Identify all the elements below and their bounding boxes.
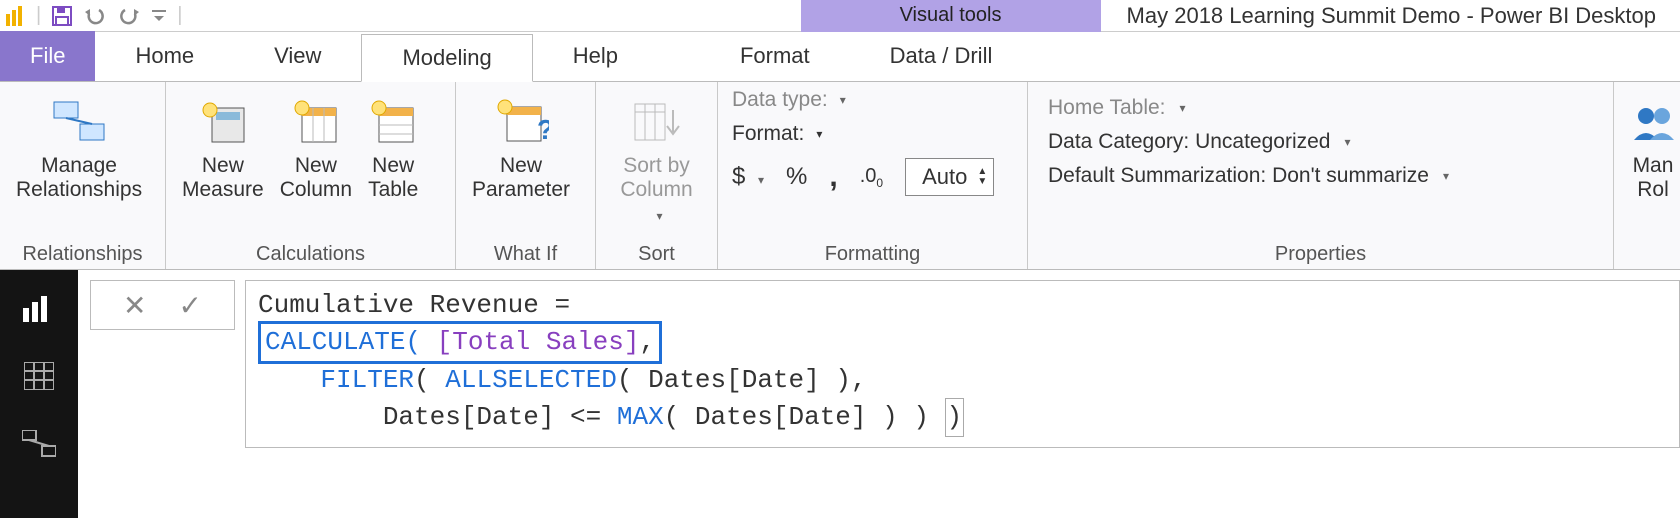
canvas-column: ✕ ✓ Cumulative Revenue = CALCULATE( [Tot… — [78, 270, 1680, 518]
undo-icon[interactable] — [83, 0, 107, 32]
new-parameter-icon: ? — [493, 94, 549, 150]
tab-view[interactable]: View — [234, 31, 361, 81]
new-measure-button[interactable]: New Measure — [174, 88, 272, 202]
formula-cursor: ) — [945, 398, 965, 436]
group-calculations: New Measure New Column New Table Calcula… — [166, 82, 456, 269]
cancel-formula-button[interactable]: ✕ — [123, 289, 146, 322]
formula-controls: ✕ ✓ — [90, 280, 235, 330]
qat-customize-icon[interactable] — [151, 0, 167, 32]
save-icon[interactable] — [51, 0, 73, 32]
tab-data-drill[interactable]: Data / Drill — [850, 31, 1033, 81]
tab-file[interactable]: File — [0, 31, 95, 81]
group-relationships: Manage Relationships Relationships — [0, 82, 166, 269]
tab-help[interactable]: Help — [533, 31, 658, 81]
work-area: ✕ ✓ Cumulative Revenue = CALCULATE( [Tot… — [0, 270, 1680, 518]
group-label-security — [1614, 239, 1680, 269]
ribbon: Manage Relationships Relationships New M… — [0, 82, 1680, 270]
formula-bar[interactable]: Cumulative Revenue = CALCULATE( [Total S… — [245, 280, 1680, 448]
redo-icon[interactable] — [117, 0, 141, 32]
manage-roles-icon — [1630, 94, 1676, 150]
tab-format[interactable]: Format — [700, 31, 850, 81]
report-view-button[interactable] — [19, 288, 59, 328]
new-table-icon — [369, 94, 417, 150]
decimal-places-stepper[interactable]: Auto ▲ ▼ — [905, 158, 994, 196]
home-table-dropdown-icon[interactable]: ▾ — [1180, 101, 1186, 115]
manage-roles-button[interactable]: Man Rol — [1622, 88, 1680, 202]
contextual-tab-visual-tools[interactable]: Visual tools — [801, 0, 1101, 32]
group-whatif: ? New Parameter What If — [456, 82, 596, 269]
contextual-tab-zone: Visual tools May 2018 Learning Summit De… — [801, 0, 1680, 32]
percent-format-button[interactable]: % — [786, 163, 807, 191]
manage-roles-label: Man Rol — [1633, 154, 1674, 202]
app-logo-icon — [6, 0, 26, 32]
home-table-label: Home Table: — [1048, 96, 1166, 120]
tab-modeling[interactable]: Modeling — [361, 34, 532, 82]
quick-access-toolbar: | | — [0, 0, 182, 32]
title-bar: | | Visual tools May 2018 Learning Summi… — [0, 0, 1680, 32]
currency-format-button[interactable]: $ ▾ — [732, 163, 764, 191]
qat-divider: | — [36, 0, 41, 32]
new-measure-label: New Measure — [182, 154, 264, 202]
data-category-label: Data Category: Uncategorized — [1048, 130, 1331, 154]
format-label: Format: — [732, 122, 804, 146]
new-table-label: New Table — [368, 154, 418, 202]
tab-home[interactable]: Home — [95, 31, 234, 81]
default-summarization-dropdown-icon[interactable]: ▾ — [1443, 169, 1449, 183]
chevron-down-icon: ▾ — [656, 209, 662, 223]
group-formatting: Data type: ▾ Format: ▾ $ ▾ % , .00 Auto … — [718, 82, 1028, 269]
data-type-dropdown-icon[interactable]: ▾ — [840, 93, 846, 107]
sort-by-column-button[interactable]: Sort by Column ▾ — [604, 88, 709, 226]
app-title: May 2018 Learning Summit Demo - Power BI… — [1101, 0, 1680, 32]
formula-bar-row: ✕ ✓ Cumulative Revenue = CALCULATE( [Tot… — [78, 270, 1680, 448]
group-sort: Sort by Column ▾ Sort — [596, 82, 718, 269]
left-nav — [0, 270, 78, 518]
commit-formula-button[interactable]: ✓ — [179, 289, 202, 322]
group-label-sort: Sort — [596, 239, 717, 269]
manage-relationships-icon — [50, 94, 108, 150]
stepper-down-icon[interactable]: ▼ — [977, 178, 987, 186]
new-measure-icon — [198, 94, 248, 150]
group-label-properties: Properties — [1028, 239, 1613, 269]
formula-highlight: CALCULATE( [Total Sales], — [258, 321, 662, 363]
group-label-calculations: Calculations — [166, 239, 455, 269]
data-type-label: Data type: — [732, 88, 828, 112]
group-label-formatting: Formatting — [718, 239, 1027, 269]
data-view-button[interactable] — [19, 356, 59, 396]
new-column-icon — [292, 94, 340, 150]
format-dropdown-icon[interactable]: ▾ — [816, 127, 822, 141]
new-column-button[interactable]: New Column — [272, 88, 360, 202]
stepper-up-icon[interactable]: ▲ — [977, 168, 987, 176]
group-security-partial: Man Rol — [1614, 82, 1680, 269]
default-summarization-label: Default Summarization: Don't summarize — [1048, 164, 1429, 188]
new-parameter-label: New Parameter — [472, 154, 570, 202]
new-parameter-button[interactable]: ? New Parameter — [464, 88, 578, 202]
sort-by-column-label: Sort by Column ▾ — [612, 154, 701, 226]
group-properties: Home Table: ▾ Data Category: Uncategorize… — [1028, 82, 1614, 269]
qat-divider-2: | — [177, 0, 182, 32]
new-column-label: New Column — [280, 154, 352, 202]
group-label-relationships: Relationships — [0, 239, 165, 269]
new-table-button[interactable]: New Table — [360, 88, 426, 202]
data-category-dropdown-icon[interactable]: ▾ — [1345, 135, 1351, 149]
model-view-button[interactable] — [19, 424, 59, 464]
manage-relationships-label: Manage Relationships — [16, 154, 142, 202]
decimal-places-icon: .00 — [860, 165, 883, 190]
group-label-whatif: What If — [456, 239, 595, 269]
sort-by-column-icon — [629, 94, 685, 150]
formula-measure-name: Cumulative Revenue = — [258, 290, 570, 320]
decimal-places-value: Auto — [912, 164, 977, 190]
svg-text:?: ? — [537, 114, 549, 145]
manage-relationships-button[interactable]: Manage Relationships — [8, 88, 150, 202]
ribbon-tabs: File Home View Modeling Help Format Data… — [0, 32, 1680, 82]
